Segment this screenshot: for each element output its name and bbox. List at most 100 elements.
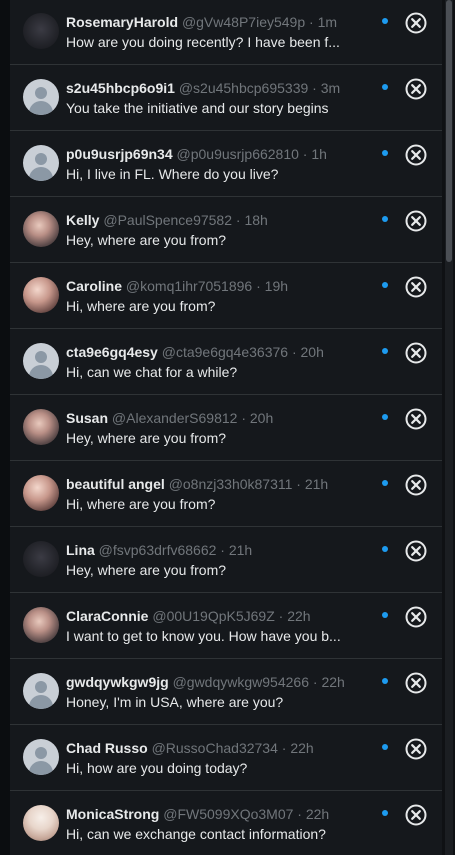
avatar-body (29, 167, 53, 181)
conversation-row[interactable]: beautiful angel @o8nzj33h0k87311 · 21h Hi… (10, 462, 442, 527)
close-circle-icon[interactable] (405, 342, 427, 364)
message-preview: Hey, where are you from? (66, 232, 227, 248)
avatar[interactable] (23, 805, 59, 841)
conversation-header: cta9e6gq4esy @cta9e6gq4e36376 · 20h (66, 343, 362, 361)
user-handle: @00U19QpK5J69Z (152, 608, 275, 624)
timestamp: 1h (311, 146, 327, 162)
separator-dot: · (293, 806, 306, 822)
close-circle-icon[interactable] (405, 276, 427, 298)
close-circle-icon[interactable] (405, 474, 427, 496)
close-circle-icon[interactable] (405, 210, 427, 232)
avatar[interactable] (23, 79, 59, 115)
timestamp: 21h (228, 542, 253, 558)
close-circle-icon[interactable] (405, 540, 427, 562)
close-circle-icon[interactable] (405, 78, 427, 100)
unread-dot-icon (382, 282, 388, 288)
conversation-row[interactable]: Kelly @PaulSpence97582 · 18h Hey, where a… (10, 198, 442, 263)
message-preview: Hi, how are you doing today? (66, 760, 248, 776)
timestamp: 3m (320, 80, 341, 96)
avatar[interactable] (23, 409, 59, 445)
conversation-row[interactable]: ClaraConnie @00U19QpK5J69Z · 22h I want t… (10, 594, 442, 659)
display-name[interactable]: Caroline (66, 278, 122, 294)
scrollbar[interactable] (445, 0, 453, 855)
display-name[interactable]: Susan (66, 410, 108, 426)
avatar[interactable] (23, 145, 59, 181)
user-handle: @fsvp63drfv68662 (98, 542, 217, 558)
avatar-head (35, 153, 47, 165)
conversation-row[interactable]: s2u45hbcp6o9i1 @s2u45hbcp695339 · 3m You … (10, 66, 442, 131)
display-name[interactable]: Kelly (66, 212, 99, 228)
user-handle: @komq1ihr7051896 (125, 278, 253, 294)
avatar[interactable] (23, 475, 59, 511)
separator-dot: · (292, 476, 305, 492)
timestamp: 19h (264, 278, 289, 294)
display-name[interactable]: gwdqywkgw9jg (66, 674, 169, 690)
message-preview: Honey, I'm in USA, where are you? (66, 694, 284, 710)
conversation-row[interactable]: cta9e6gq4esy @cta9e6gq4e36376 · 20h Hi, c… (10, 330, 442, 395)
scrollbar-thumb[interactable] (446, 0, 452, 262)
user-handle: @PaulSpence97582 (103, 212, 233, 228)
display-name[interactable]: MonicaStrong (66, 806, 159, 822)
conversation-row[interactable]: MonicaStrong @FW5099XQo3M07 · 22h Hi, can… (10, 792, 442, 855)
conversation-row[interactable]: Chad Russo @RussoChad32734 · 22h Hi, how … (10, 726, 442, 791)
avatar-body (29, 761, 53, 775)
close-circle-icon[interactable] (405, 408, 427, 430)
separator-dot: · (305, 14, 318, 30)
conversation-row[interactable]: gwdqywkgw9jg @gwdqywkgw954266 · 22h Honey… (10, 660, 442, 725)
conversation-row[interactable]: RosemaryHarold @gVw48P7iey549p · 1m How a… (10, 0, 442, 65)
unread-dot-icon (382, 150, 388, 156)
separator-dot: · (298, 146, 312, 162)
conversation-row[interactable]: Susan @AlexanderS69812 · 20h Hey, where a… (10, 396, 442, 461)
message-preview: Hey, where are you from? (66, 430, 227, 446)
display-name[interactable]: RosemaryHarold (66, 14, 178, 30)
separator-dot: · (288, 344, 301, 360)
avatar[interactable] (23, 343, 59, 379)
display-name[interactable]: Chad Russo (66, 740, 148, 756)
display-name[interactable]: Lina (66, 542, 95, 558)
message-preview: Hey, where are you from? (66, 562, 227, 578)
close-circle-icon[interactable] (405, 804, 427, 826)
close-circle-icon[interactable] (405, 12, 427, 34)
unread-dot-icon (382, 546, 388, 552)
conversation-row[interactable]: Lina @fsvp63drfv68662 · 21h Hey, where ar… (10, 528, 442, 593)
user-handle: @o8nzj33h0k87311 (168, 476, 293, 492)
conversation-row[interactable]: Caroline @komq1ihr7051896 · 19h Hi, where… (10, 264, 442, 329)
message-preview: You take the initiative and our story be… (66, 100, 329, 116)
separator-dot: · (308, 674, 322, 690)
display-name[interactable]: cta9e6gq4esy (66, 344, 158, 360)
avatar[interactable] (23, 541, 59, 577)
separator-dot: · (216, 542, 229, 558)
unread-dot-icon (382, 18, 388, 24)
timestamp: 22h (305, 806, 330, 822)
separator-dot: · (252, 278, 265, 294)
user-handle: @s2u45hbcp695339 (178, 80, 309, 96)
close-circle-icon[interactable] (405, 738, 427, 760)
unread-dot-icon (382, 810, 388, 816)
message-preview: Hi, I live in FL. Where do you live? (66, 166, 279, 182)
conversation-row[interactable]: p0u9usrjp69n34 @p0u9usrjp662810 · 1h Hi, … (10, 132, 442, 197)
avatar-body (29, 695, 53, 709)
avatar[interactable] (23, 211, 59, 247)
avatar[interactable] (23, 277, 59, 313)
conversation-header: Susan @AlexanderS69812 · 20h (66, 409, 362, 427)
conversation-header: Lina @fsvp63drfv68662 · 21h (66, 541, 362, 559)
display-name[interactable]: p0u9usrjp69n34 (66, 146, 173, 162)
timestamp: 21h (304, 476, 329, 492)
unread-dot-icon (382, 84, 388, 90)
close-circle-icon[interactable] (405, 606, 427, 628)
timestamp: 22h (287, 608, 311, 624)
avatar[interactable] (23, 607, 59, 643)
close-circle-icon[interactable] (405, 144, 427, 166)
display-name[interactable]: beautiful angel (66, 476, 165, 492)
avatar[interactable] (23, 673, 59, 709)
timestamp: 18h (244, 212, 268, 228)
message-preview: I want to get to know you. How have you … (66, 628, 341, 644)
avatar[interactable] (23, 13, 59, 49)
close-circle-icon[interactable] (405, 672, 427, 694)
conversation-header: gwdqywkgw9jg @gwdqywkgw954266 · 22h (66, 673, 362, 691)
display-name[interactable]: s2u45hbcp6o9i1 (66, 80, 175, 96)
avatar[interactable] (23, 739, 59, 775)
avatar-head (35, 87, 47, 99)
display-name[interactable]: ClaraConnie (66, 608, 148, 624)
user-handle: @RussoChad32734 (151, 740, 278, 756)
